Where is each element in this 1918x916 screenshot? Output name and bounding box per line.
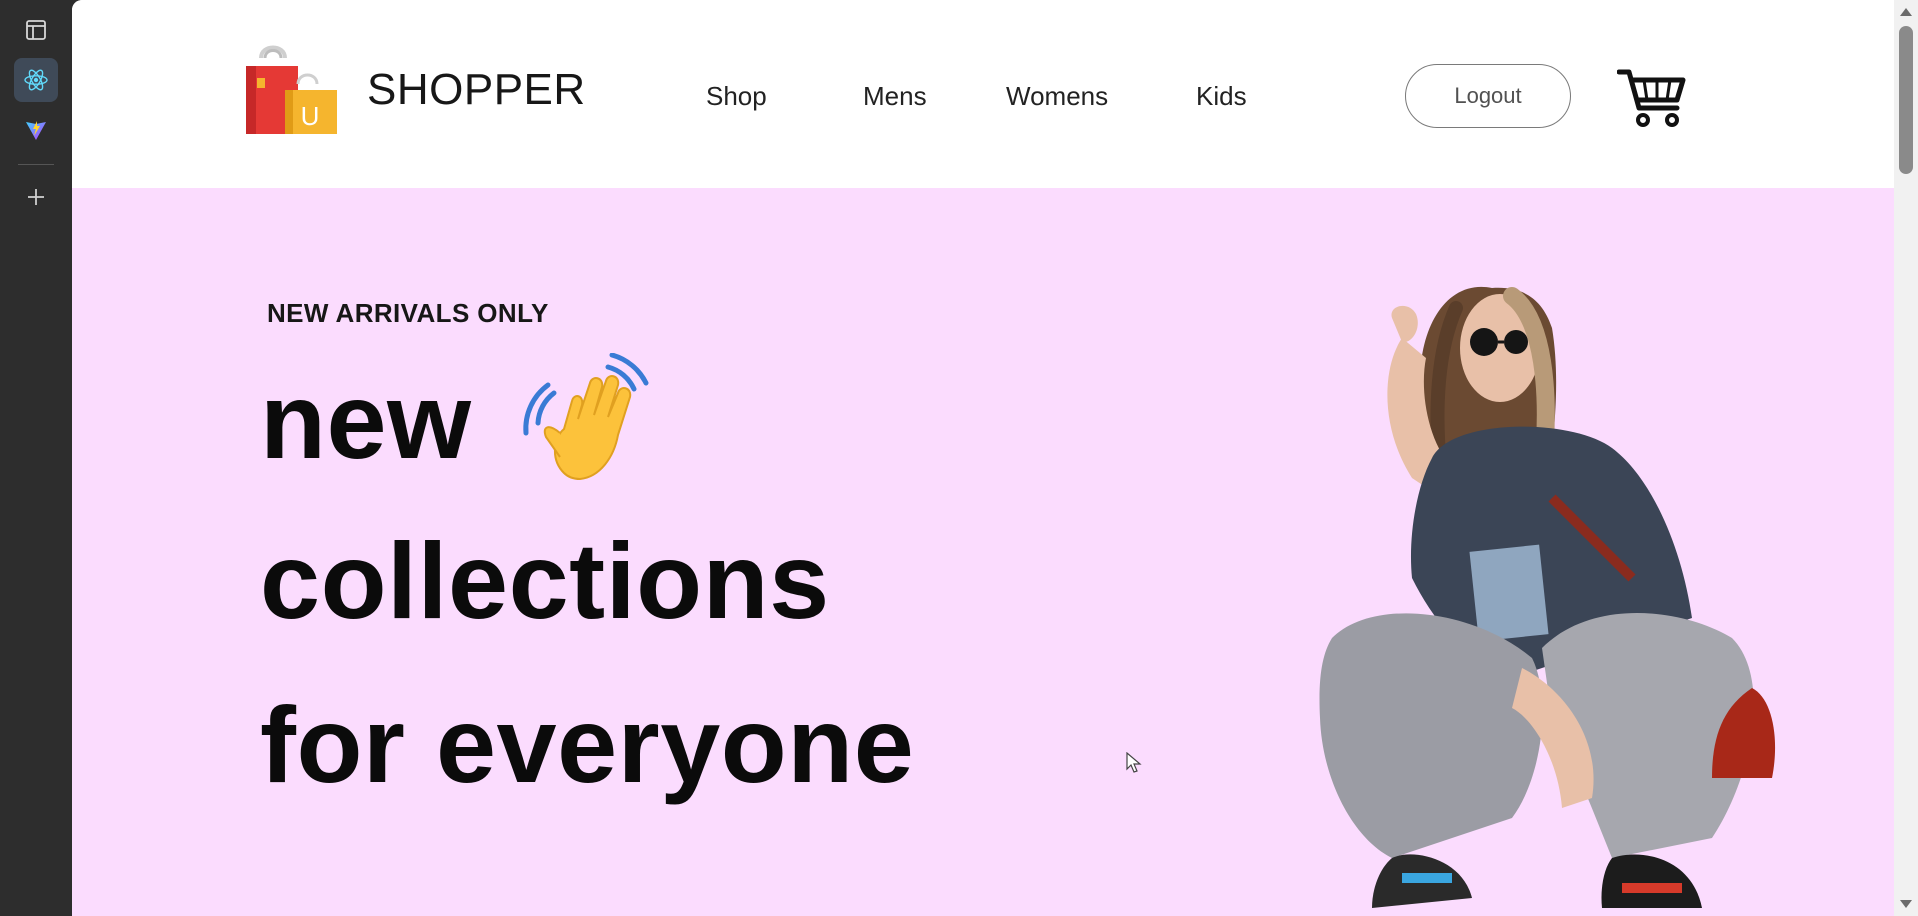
panel-toggle-button[interactable] [14, 8, 58, 52]
vite-icon [26, 121, 46, 140]
navbar: U SHOPPER Shop Mens Womens Kids Logout [72, 0, 1894, 188]
vite-app-button[interactable] [14, 108, 58, 152]
hero-heading-line-1: new [260, 360, 472, 481]
add-app-button[interactable] [14, 175, 58, 219]
shopping-bag-icon: U [246, 45, 337, 134]
nav-item-womens[interactable]: Womens [1006, 81, 1146, 112]
nav-item-kids[interactable]: Kids [1196, 81, 1276, 112]
nav-item-mens[interactable]: Mens [863, 81, 973, 112]
nav-item-shop[interactable]: Shop [706, 81, 816, 112]
hero-heading-line-3: for everyone [260, 684, 915, 805]
logo-text: SHOPPER [367, 65, 586, 114]
svg-text:U: U [301, 101, 320, 131]
plus-icon [28, 189, 44, 205]
mouse-cursor-icon [1126, 752, 1142, 773]
waving-hand-icon [523, 353, 649, 481]
vertical-scrollbar[interactable] [1894, 0, 1918, 916]
cart-icon[interactable] [1617, 66, 1687, 130]
logout-button[interactable]: Logout [1405, 64, 1571, 128]
logo[interactable]: U SHOPPER [243, 44, 586, 136]
react-icon [24, 69, 48, 91]
hero-heading-line-2: collections [260, 520, 830, 641]
hero-tagline: NEW ARRIVALS ONLY [267, 298, 549, 328]
hero-section: NEW ARRIVALS ONLY new collections for ev… [72, 188, 1894, 916]
page-viewport: U SHOPPER Shop Mens Womens Kids Logout N… [72, 0, 1918, 916]
scroll-down-arrow-icon[interactable] [1900, 900, 1912, 908]
rail-divider [18, 164, 54, 165]
hero-model-image [1319, 286, 1776, 908]
react-app-button[interactable] [14, 58, 58, 102]
panel-icon [26, 20, 46, 40]
scroll-up-arrow-icon[interactable] [1900, 8, 1912, 16]
scrollbar-thumb[interactable] [1899, 26, 1913, 174]
side-rail [0, 0, 72, 916]
